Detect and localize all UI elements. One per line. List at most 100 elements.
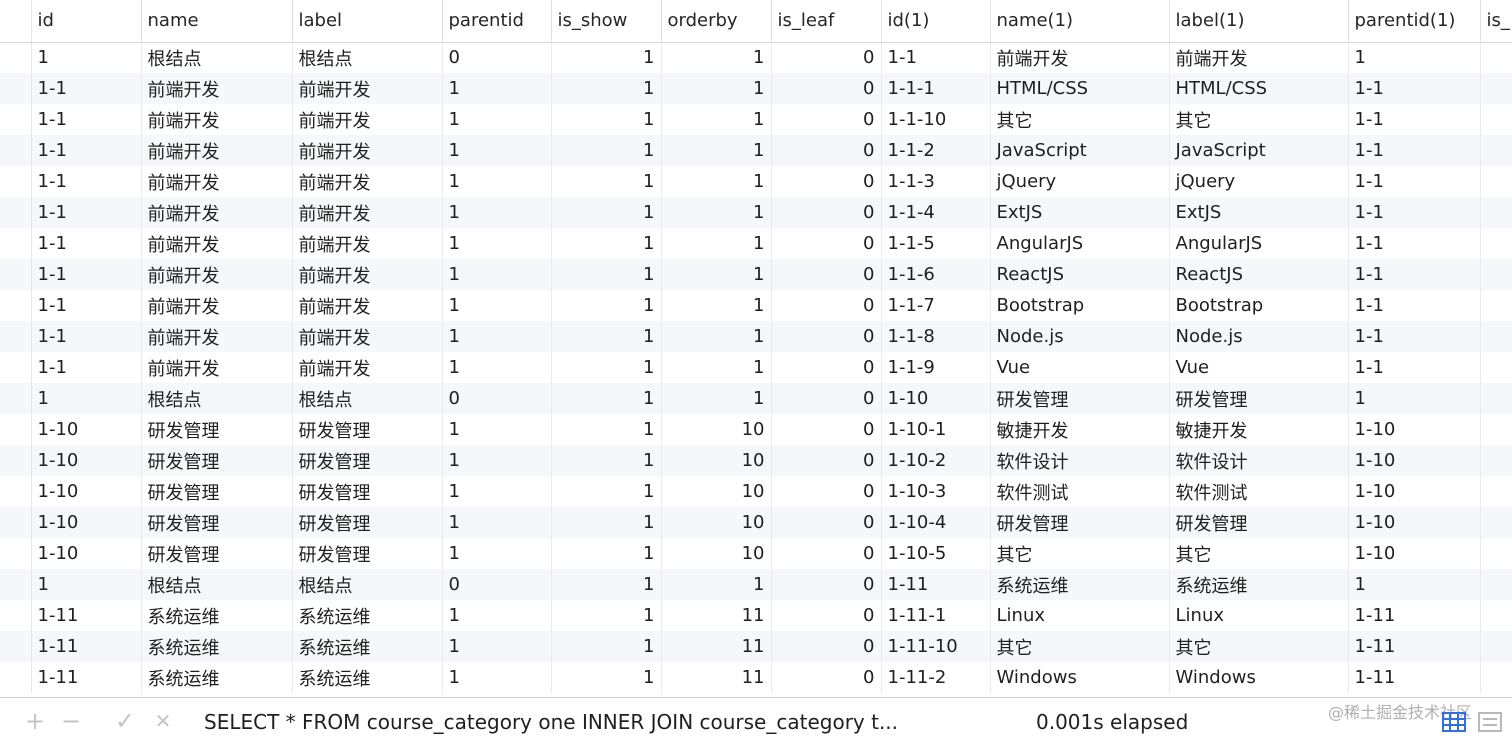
table-cell[interactable]: 前端开发 [292,197,443,228]
table-cell[interactable]: 1-1 [881,42,991,73]
table-cell[interactable] [1480,631,1512,662]
table-cell[interactable]: 1-11 [31,631,142,662]
table-cell[interactable]: 1-1 [31,290,142,321]
column-header[interactable]: name(1) [990,0,1170,43]
table-row[interactable]: 1 根结点 根结点 0 1 1 0 1-10 研发管理 研发管理 1 [0,383,1512,414]
result-grid[interactable]: id name label parentid is_show orderby is_leaf… [0,0,1512,697]
table-cell[interactable]: 0 [771,538,882,569]
table-cell[interactable]: 前端开发 [292,352,443,383]
table-cell[interactable]: 1-1-4 [881,197,991,228]
table-cell[interactable]: 1-10-1 [881,414,991,445]
table-cell[interactable]: 1-1 [31,135,142,166]
table-cell[interactable]: ExtJS [990,197,1170,228]
table-cell[interactable]: 前端开发 [292,135,443,166]
table-cell[interactable]: 1-11-1 [881,600,991,631]
table-cell[interactable]: 1-1-3 [881,166,991,197]
table-cell[interactable]: 1 [551,569,662,600]
table-cell[interactable]: 1 [551,259,662,290]
table-cell[interactable]: 1 [442,259,552,290]
table-cell[interactable]: 1 [661,104,772,135]
table-cell[interactable]: 1-1 [31,321,142,352]
table-cell[interactable]: 根结点 [141,569,293,600]
table-cell[interactable]: 1 [442,538,552,569]
table-cell[interactable] [1480,73,1512,104]
table-cell[interactable]: ReactJS [990,259,1170,290]
table-cell[interactable]: 1 [661,321,772,352]
table-cell[interactable]: 前端开发 [292,290,443,321]
table-cell[interactable]: 1 [661,73,772,104]
table-cell[interactable]: 1-10-4 [881,507,991,538]
table-cell[interactable]: 1 [551,73,662,104]
table-cell[interactable]: 1 [31,569,142,600]
table-cell[interactable]: 1 [442,73,552,104]
table-cell[interactable]: Bootstrap [990,290,1170,321]
table-cell[interactable] [1480,197,1512,228]
table-cell[interactable]: 其它 [990,104,1170,135]
table-cell[interactable] [1480,228,1512,259]
table-cell[interactable]: 软件设计 [1169,445,1349,476]
table-cell[interactable]: ExtJS [1169,197,1349,228]
table-cell[interactable]: 1 [551,383,662,414]
table-cell[interactable]: 0 [771,228,882,259]
column-header[interactable]: parentid [442,0,552,43]
form-view-button[interactable] [1478,712,1502,732]
table-cell[interactable]: 1 [442,135,552,166]
table-cell[interactable]: 1 [442,166,552,197]
table-cell[interactable]: 前端开发 [141,166,293,197]
column-header[interactable]: label [292,0,443,43]
column-header[interactable]: is_leaf [771,0,882,43]
table-cell[interactable]: 1-1 [31,352,142,383]
table-cell[interactable] [1480,321,1512,352]
table-row[interactable]: 1-1 前端开发 前端开发 1 1 1 0 1-1-6 ReactJS ReactJS 1-1 [0,259,1512,290]
row-gutter[interactable] [0,662,32,693]
row-gutter[interactable] [0,476,32,507]
table-cell[interactable]: 0 [771,104,882,135]
table-cell[interactable]: 0 [771,42,882,73]
table-cell[interactable]: 1-11-2 [881,662,991,693]
table-cell[interactable]: 前端开发 [1169,42,1349,73]
table-cell[interactable]: 研发管理 [292,476,443,507]
table-cell[interactable]: 系统运维 [292,662,443,693]
table-cell[interactable] [1480,476,1512,507]
table-cell[interactable]: 1 [442,631,552,662]
table-cell[interactable]: 研发管理 [292,507,443,538]
table-row[interactable]: 1-1 前端开发 前端开发 1 1 1 0 1-1-10 其它 其它 1-1 [0,104,1512,135]
column-header[interactable]: name [141,0,293,43]
table-cell[interactable]: 研发管理 [292,445,443,476]
table-cell[interactable]: 1 [1348,383,1481,414]
table-cell[interactable]: 1-10 [31,507,142,538]
row-gutter[interactable] [0,73,32,104]
table-cell[interactable]: 1 [442,197,552,228]
table-cell[interactable]: 软件测试 [1169,476,1349,507]
table-cell[interactable]: 1 [661,352,772,383]
row-gutter[interactable] [0,383,32,414]
table-cell[interactable]: 1 [661,228,772,259]
table-cell[interactable]: 1-1 [1348,321,1481,352]
row-gutter[interactable] [0,538,32,569]
table-cell[interactable] [1480,104,1512,135]
table-cell[interactable]: 0 [771,414,882,445]
table-cell[interactable] [1480,569,1512,600]
table-cell[interactable]: 1 [551,507,662,538]
table-cell[interactable]: 研发管理 [292,538,443,569]
table-cell[interactable]: 0 [771,600,882,631]
table-cell[interactable]: 1-1 [31,228,142,259]
table-cell[interactable]: Node.js [1169,321,1349,352]
column-header[interactable]: orderby [661,0,772,43]
table-cell[interactable]: JavaScript [1169,135,1349,166]
table-cell[interactable]: HTML/CSS [990,73,1170,104]
column-header[interactable]: parentid(1) [1348,0,1481,43]
table-cell[interactable]: 1 [31,383,142,414]
table-cell[interactable]: 1-1 [1348,166,1481,197]
table-cell[interactable]: 10 [661,538,772,569]
table-cell[interactable]: 根结点 [292,383,443,414]
table-cell[interactable]: 1 [551,538,662,569]
table-cell[interactable]: 11 [661,662,772,693]
table-cell[interactable]: 系统运维 [1169,569,1349,600]
table-cell[interactable]: 1 [661,569,772,600]
table-row[interactable]: 1-1 前端开发 前端开发 1 1 1 0 1-1-9 Vue Vue 1-1 [0,352,1512,383]
table-cell[interactable]: 系统运维 [141,662,293,693]
table-cell[interactable]: 1 [442,352,552,383]
table-cell[interactable]: 1 [551,290,662,321]
apply-changes-button[interactable]: ✓ [112,708,138,734]
